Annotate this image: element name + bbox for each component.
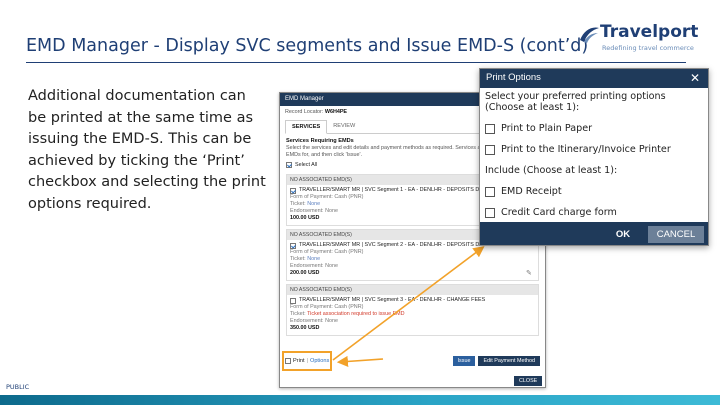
close-button[interactable]: CLOSE	[514, 376, 543, 386]
logo-tagline: Redefining travel commerce	[602, 44, 694, 52]
segment-endorsement-label: Endorsement:	[290, 318, 324, 324]
credit-card-form-label: Credit Card charge form	[501, 207, 617, 218]
print-options-title: Print Options	[486, 72, 541, 83]
travelport-logo: Travelport Redefining travel commerce	[578, 22, 698, 58]
close-icon[interactable]: ✕	[690, 71, 700, 85]
tab-review[interactable]: REVIEW	[327, 120, 361, 133]
segment-fop: Form of Payment: Cash (PNR)	[290, 249, 364, 255]
slide-body-text: Additional documentation can be printed …	[28, 88, 266, 212]
logo-swoosh-icon	[580, 27, 599, 43]
itinerary-printer-label: Print to the Itinerary/Invoice Printer	[501, 144, 671, 155]
segment-line: TRAVELLER/SMART MR | SVC Segment 1 - EA …	[299, 187, 484, 193]
logo-wordmark: Travelport	[600, 22, 699, 42]
segment-checkbox[interactable]	[290, 297, 296, 304]
segment-ticket-value[interactable]: None	[307, 201, 320, 207]
segment-ticket-label: Ticket:	[290, 311, 306, 317]
select-all-label: Select All	[295, 162, 318, 168]
segment-endorsement-label: Endorsement:	[290, 208, 324, 214]
option-plain-paper[interactable]: Print to Plain Paper	[485, 123, 703, 134]
print-instruction-2: (Choose at least 1):	[485, 102, 580, 113]
credit-card-form-checkbox[interactable]	[485, 207, 495, 218]
segment-ticket-warning[interactable]: Ticket association required to issue EMD	[307, 311, 404, 317]
record-locator-label: Record Locator:	[285, 109, 324, 115]
classification-label: PUBLIC	[6, 383, 30, 391]
plain-paper-label: Print to Plain Paper	[501, 123, 593, 134]
segment-fop: Form of Payment: Cash (PNR)	[290, 304, 364, 310]
tab-services[interactable]: SERVICES	[285, 120, 328, 134]
select-all-checkbox[interactable]	[286, 162, 292, 168]
segment-checkbox[interactable]	[290, 187, 296, 194]
emd-receipt-label: EMD Receipt	[501, 186, 562, 197]
print-options-highlight	[282, 351, 332, 371]
cancel-button[interactable]: CANCEL	[648, 226, 704, 243]
footer-bar	[0, 395, 720, 405]
ok-button[interactable]: OK	[603, 226, 643, 243]
plain-paper-checkbox[interactable]	[485, 123, 495, 134]
segment-ticket-label: Ticket:	[290, 201, 306, 207]
segment-endorsement-label: Endorsement:	[290, 263, 324, 269]
segment-amount: 350.00 USD	[290, 325, 320, 331]
print-options-titlebar: Print Options ✕	[480, 69, 708, 88]
slide-title: EMD Manager - Display SVC segments and I…	[26, 36, 589, 56]
record-locator-value: W6H4PE	[324, 109, 348, 115]
print-options-footer: OK CANCEL	[480, 222, 708, 245]
itinerary-printer-checkbox[interactable]	[485, 144, 495, 155]
option-emd-receipt[interactable]: EMD Receipt	[485, 186, 703, 197]
segment-endorsement-value: None	[325, 208, 338, 214]
segment-ticket-value[interactable]: None	[307, 256, 320, 262]
option-itinerary-printer[interactable]: Print to the Itinerary/Invoice Printer	[485, 144, 703, 155]
edit-pencil-icon[interactable]: ✎	[526, 270, 532, 277]
segment-endorsement-value: None	[325, 263, 338, 269]
print-options-dialog: Print Options ✕ Select your preferred pr…	[479, 68, 709, 246]
print-instruction-1: Select your preferred printing options	[485, 91, 666, 102]
segment-line: TRAVELLER/SMART MR | SVC Segment 3 - EA …	[299, 297, 486, 303]
edit-payment-method-button[interactable]: Edit Payment Method	[478, 356, 540, 366]
option-credit-card-form[interactable]: Credit Card charge form	[485, 207, 703, 218]
segment-ticket-label: Ticket:	[290, 256, 306, 262]
segment-header: NO ASSOCIATED EMD(S)	[287, 285, 538, 295]
title-divider	[26, 62, 686, 63]
issue-button[interactable]: Issue	[452, 356, 476, 366]
segment-checkbox[interactable]	[290, 242, 296, 249]
segment-endorsement-value: None	[325, 318, 338, 324]
include-label: Include (Choose at least 1):	[485, 165, 618, 176]
emd-receipt-checkbox[interactable]	[485, 186, 495, 197]
svc-segment-3: NO ASSOCIATED EMD(S) TRAVELLER/SMART MR …	[286, 284, 539, 336]
segment-amount: 200.00 USD	[290, 270, 320, 276]
